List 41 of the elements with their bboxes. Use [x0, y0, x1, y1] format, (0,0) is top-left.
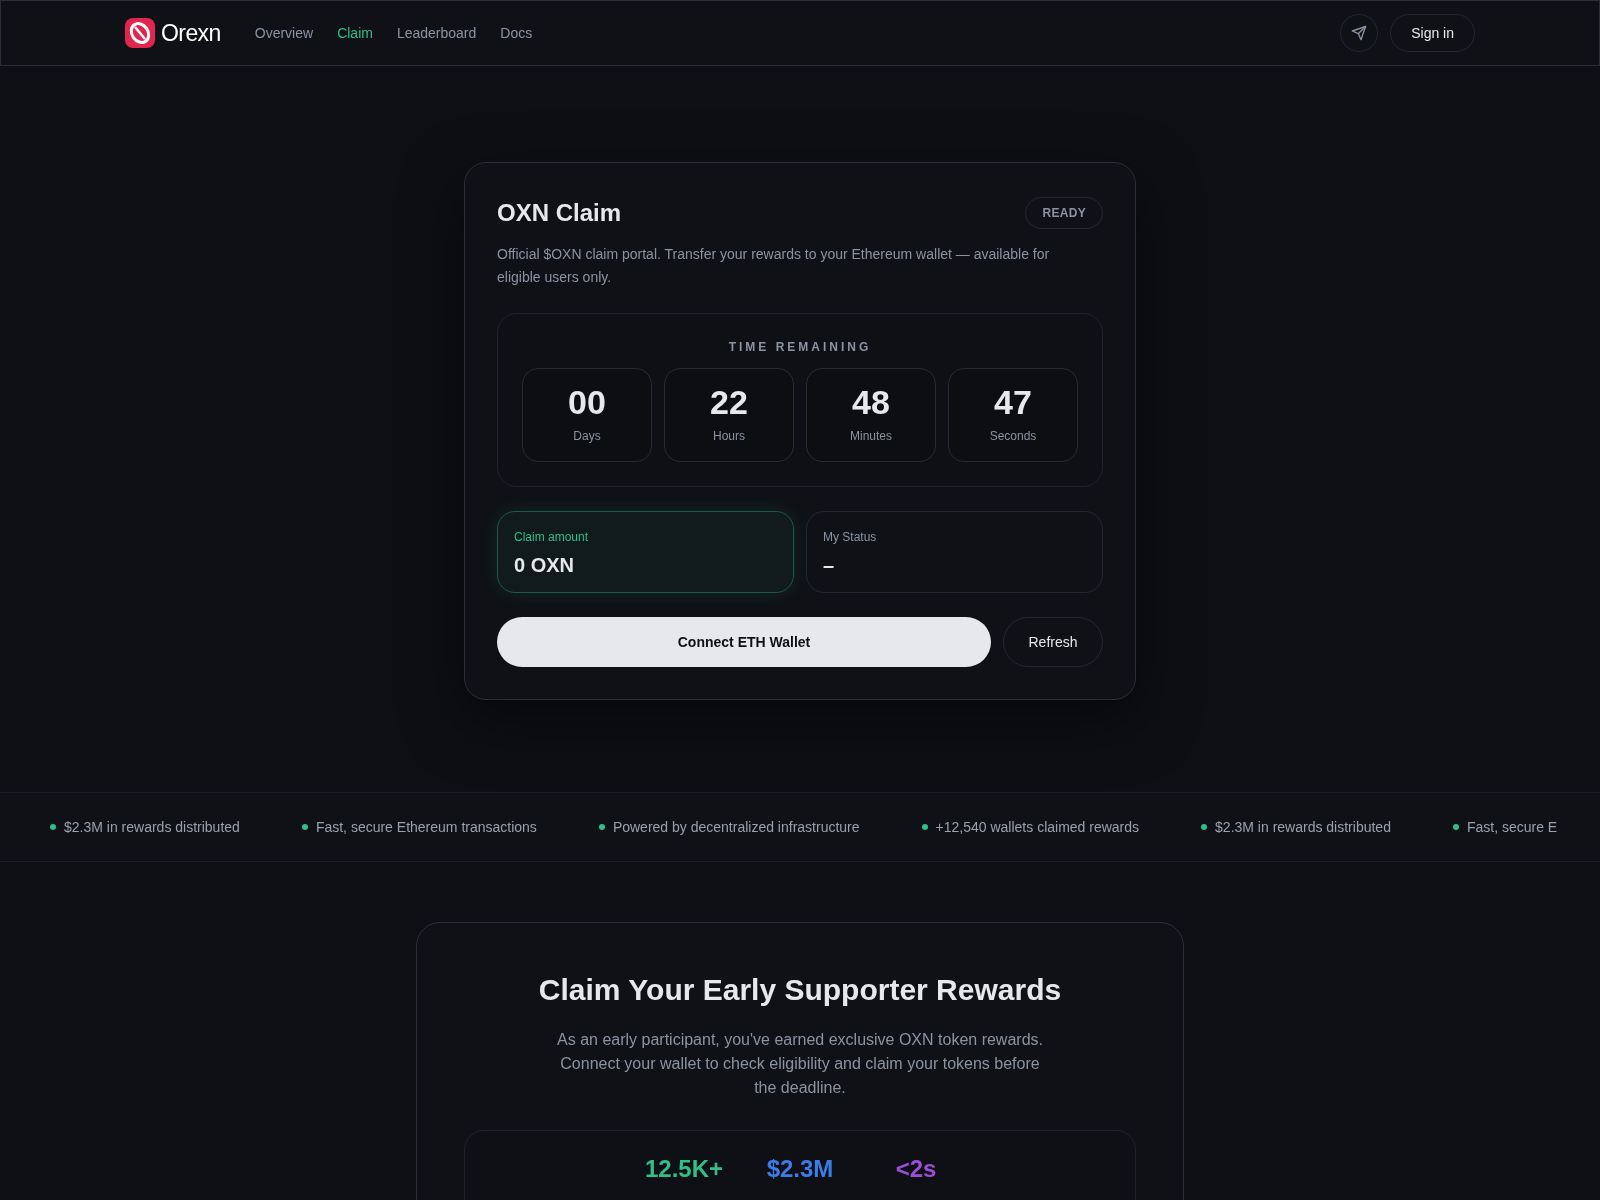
- countdown-title: TIME REMAINING: [728, 339, 872, 356]
- stat-value: 12.5K+: [644, 1157, 724, 1184]
- nav-link[interactable]: Overview: [254, 22, 314, 44]
- countdown-value: 00: [568, 385, 606, 419]
- bullet-icon: [1201, 824, 1208, 830]
- status-value: –: [823, 553, 836, 578]
- countdown-label: Seconds: [989, 428, 1037, 445]
- paper-plane-icon: [1351, 25, 1368, 41]
- stat-value: <2s: [894, 1157, 938, 1184]
- ticker-text: $2.3M in rewards distributed: [1215, 817, 1391, 837]
- countdown-value: 47: [994, 385, 1032, 419]
- stat-value: $2.3M: [765, 1157, 835, 1184]
- countdown-value: 48: [852, 385, 890, 419]
- connect-wallet-button[interactable]: Connect ETH Wallet: [497, 617, 991, 667]
- ticker-text: +12,540 wallets claimed rewards: [935, 817, 1140, 837]
- countdown-value: 22: [710, 385, 748, 419]
- ticker-text: Powered by decentralized infrastructure: [612, 817, 860, 837]
- bullet-icon: [921, 824, 928, 830]
- nav-link[interactable]: Claim: [337, 22, 373, 44]
- countdown-label: Minutes: [850, 428, 892, 445]
- logo-icon: [125, 18, 155, 48]
- ticker-text: $2.3M in rewards distributed: [64, 817, 240, 837]
- claim-amount-value: 0 OXN: [514, 553, 576, 578]
- status-label: My Status: [823, 529, 878, 546]
- countdown-label: Hours: [713, 428, 745, 445]
- rewards-title: Claim Your Early Supporter Rewards: [538, 972, 1062, 1008]
- nav-link[interactable]: Leaderboard: [396, 22, 477, 44]
- nav-link[interactable]: Docs: [500, 22, 533, 44]
- ticker-text: Fast, secure E: [1466, 817, 1558, 837]
- card-description: Official $OXN claim portal. Transfer your rewards to your Ethereum wallet — available for eligible users only.: [497, 245, 1051, 287]
- ticker-text: Fast, secure Ethereum transactions: [315, 817, 537, 837]
- rewards-description: As an early participant, you've earned exclusive OXN token rewards. Connect your wallet to check eligibility and claim your tokens before the deadline.: [556, 1030, 1044, 1098]
- claim-amount-label: Claim amount: [514, 529, 590, 546]
- countdown-label: Days: [573, 428, 601, 445]
- bullet-icon: [301, 824, 308, 830]
- bullet-icon: [50, 824, 56, 830]
- bullet-icon: [598, 824, 605, 830]
- bullet-icon: [1452, 824, 1459, 830]
- refresh-button[interactable]: Refresh: [1003, 617, 1103, 667]
- card-title: OXN Claim: [497, 198, 622, 228]
- brand-name: Orexn: [161, 18, 221, 48]
